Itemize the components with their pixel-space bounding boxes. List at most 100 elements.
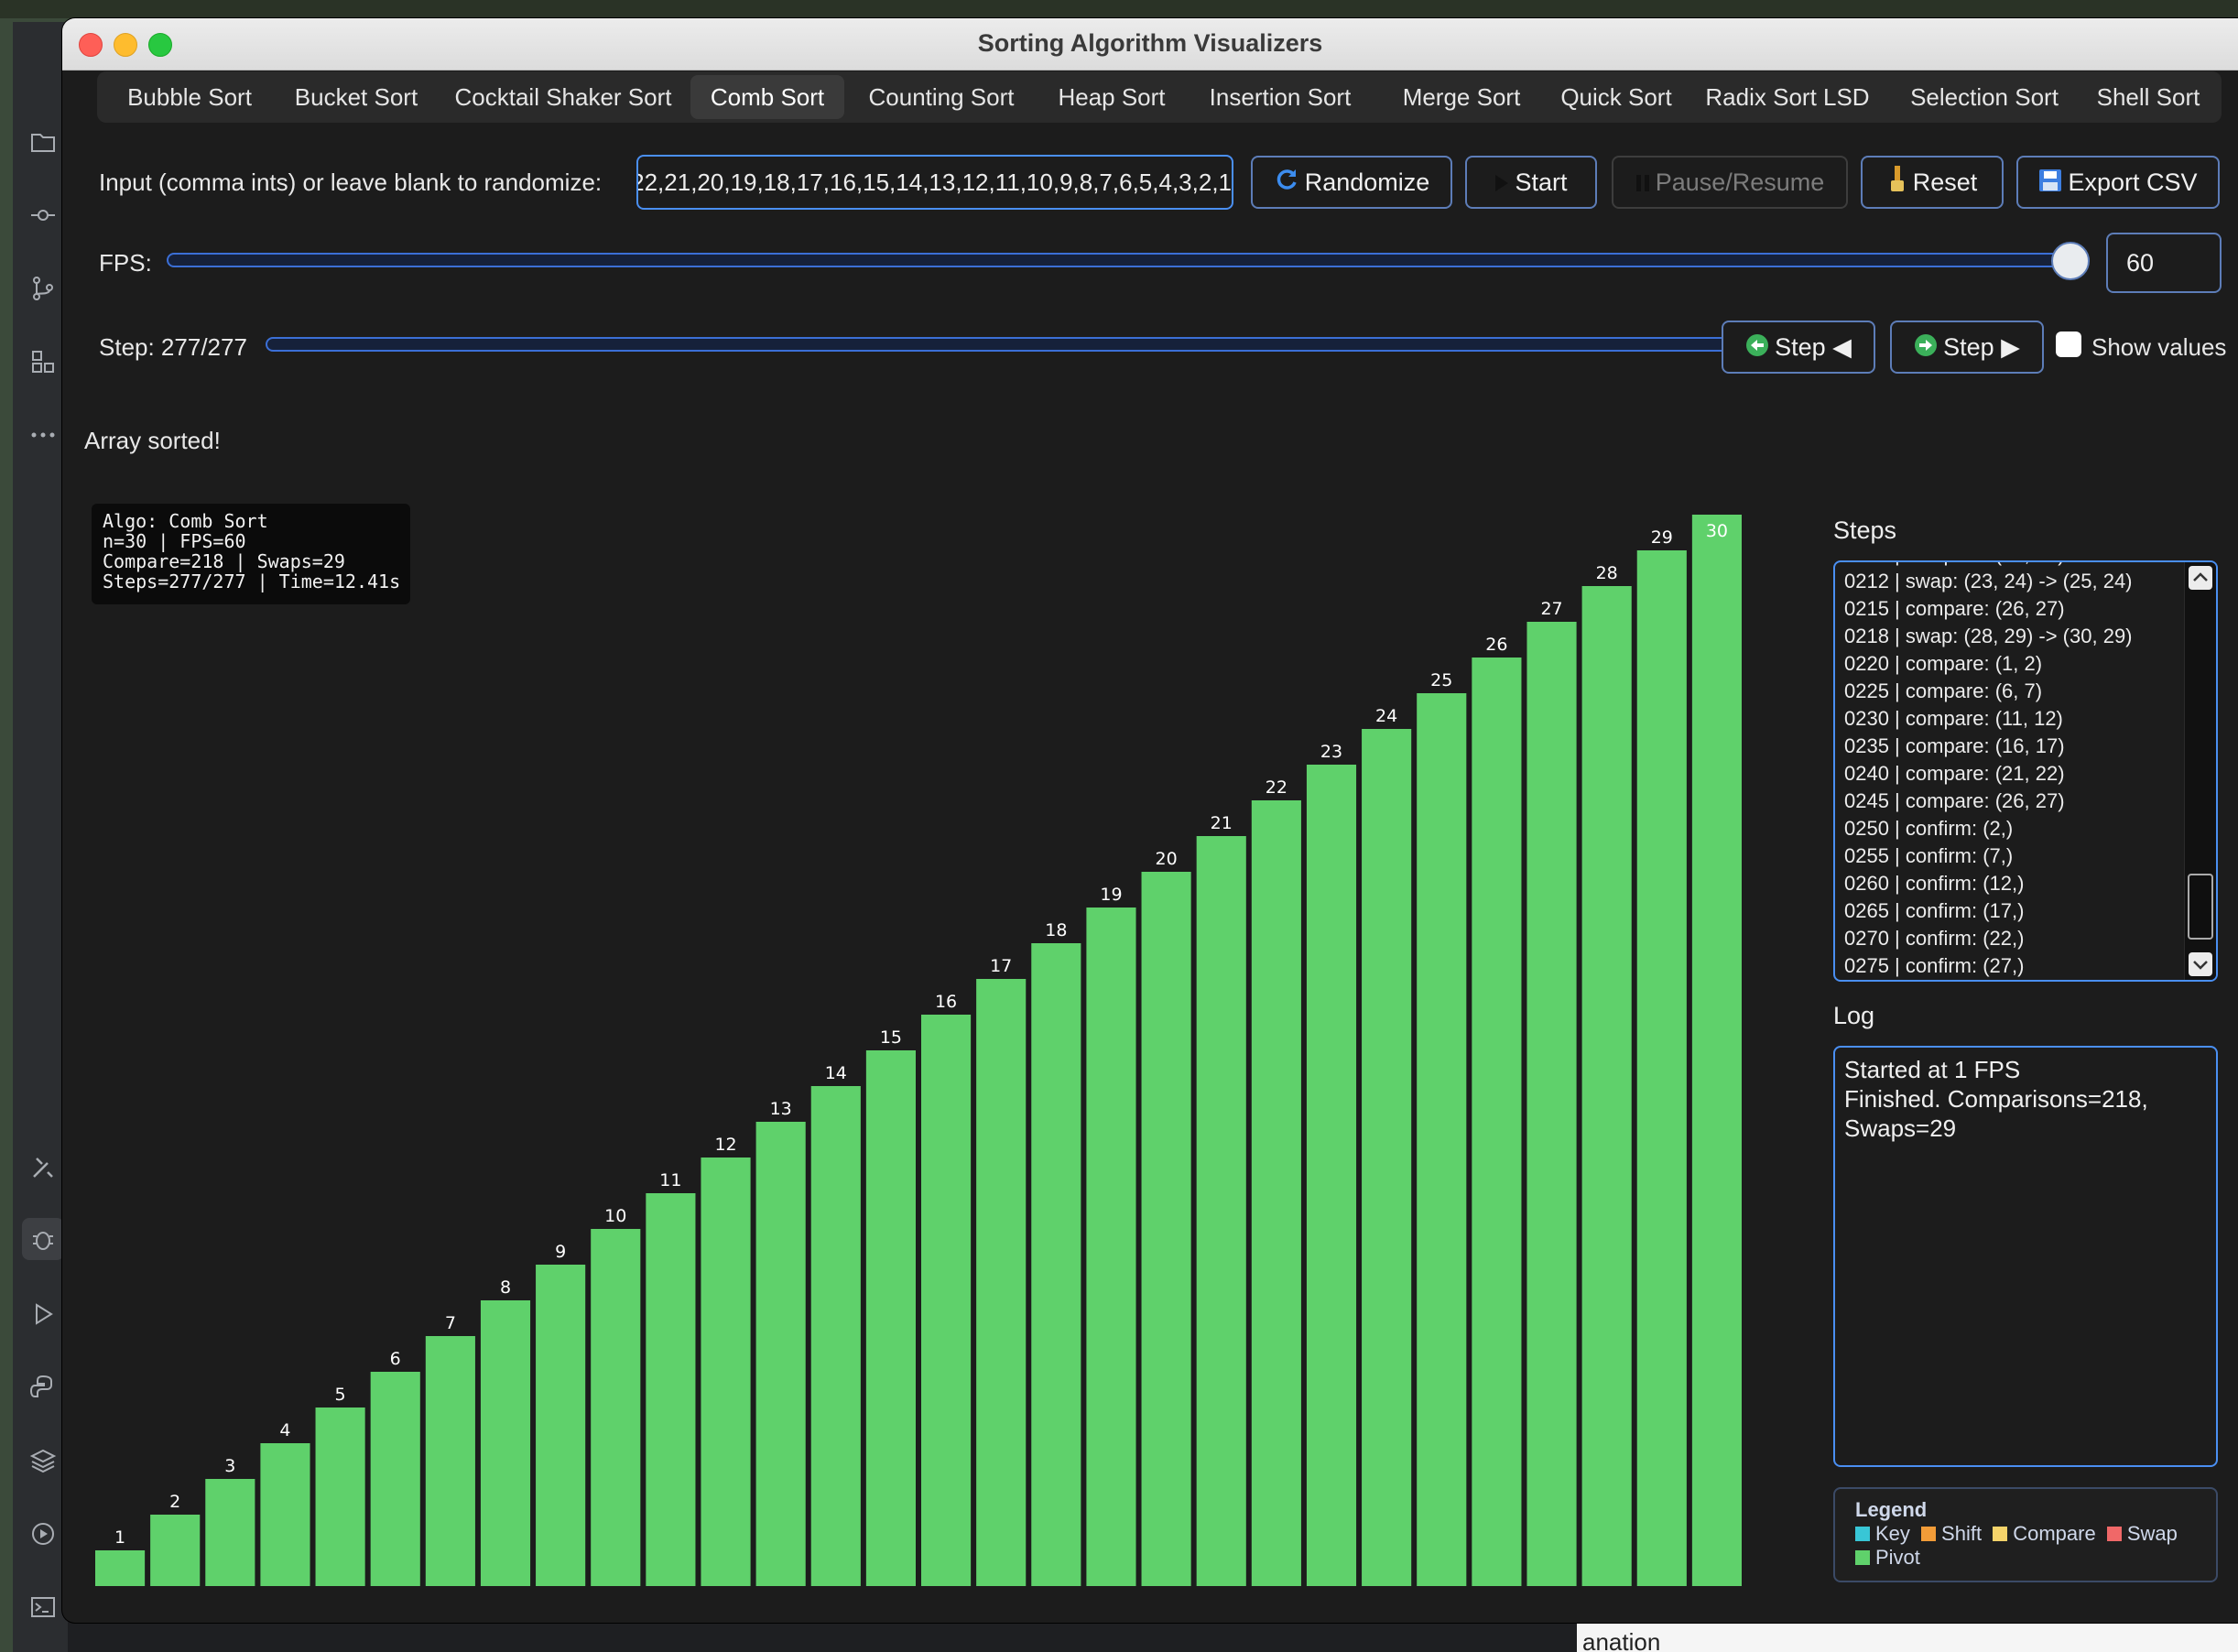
tab-merge-sort[interactable]: Merge Sort <box>1379 75 1544 119</box>
legend-pivot-label: Pivot <box>1875 1546 1920 1569</box>
bar <box>480 1300 531 1586</box>
legend-compare-label: Compare <box>2013 1522 2096 1545</box>
bar-value-label: 20 <box>1156 849 1178 869</box>
layers-icon[interactable] <box>29 1447 57 1474</box>
pause-resume-button[interactable]: Pause/Resume <box>1612 156 1848 209</box>
tab-heap-sort[interactable]: Heap Sort <box>1040 75 1183 119</box>
stats-algo: Algo: Comb Sort <box>103 510 268 532</box>
show-values-label[interactable]: Show values <box>2091 333 2226 362</box>
randomize-label: Randomize <box>1304 168 1430 196</box>
legend-swap: Swap <box>2106 1522 2178 1545</box>
steps-row: 0230 | compare: (11, 12) <box>1844 707 2063 730</box>
chevron-up-icon <box>2193 572 2208 581</box>
tab-bubble-sort[interactable]: Bubble Sort <box>106 75 273 119</box>
bar-value-label: 3 <box>224 1456 235 1476</box>
tab-quick-sort[interactable]: Quick Sort <box>1549 75 1683 119</box>
reset-button[interactable]: Reset <box>1861 156 2004 209</box>
tab-bucket-sort[interactable]: Bucket Sort <box>275 75 438 119</box>
broom-icon <box>1887 159 1907 209</box>
tools-icon[interactable] <box>29 1154 57 1181</box>
bar <box>536 1265 586 1586</box>
bar <box>1636 550 1687 1586</box>
scroll-up-button[interactable] <box>2189 566 2212 590</box>
log-output[interactable]: Started at 1 FPS Finished. Comparisons=2… <box>1833 1046 2218 1467</box>
log-line: Finished. Comparisons=218, <box>1844 1085 2148 1113</box>
tab-cocktail-shaker-sort[interactable]: Cocktail Shaker Sort <box>440 75 687 119</box>
steps-row: 0235 | compare: (16, 17) <box>1844 734 2065 757</box>
bar <box>921 1015 972 1586</box>
tab-counting-sort[interactable]: Counting Sort <box>850 75 1033 119</box>
export-csv-button[interactable]: Export CSV <box>2016 156 2220 209</box>
steps-scrollbar[interactable] <box>2184 562 2216 980</box>
bar <box>701 1157 751 1586</box>
step-label: Step: 277/277 <box>99 333 247 361</box>
bar-value-label: 27 <box>1540 599 1562 619</box>
status-text: Array sorted! <box>84 427 221 454</box>
terminal-icon[interactable] <box>29 1593 57 1621</box>
steps-row: 0240 | compare: (21, 22) <box>1844 762 2065 785</box>
input-label: Input (comma ints) or leave blank to ran… <box>99 168 603 196</box>
tab-comb-sort[interactable]: Comb Sort <box>690 75 844 119</box>
bar <box>425 1336 475 1586</box>
steps-row: 0255 | confirm: (7,) <box>1844 844 2014 867</box>
play-icon <box>1494 159 1509 209</box>
pause-icon <box>1635 159 1650 209</box>
tab-shell-sort[interactable]: Shell Sort <box>2084 75 2212 119</box>
randomize-button[interactable]: Randomize <box>1251 156 1452 209</box>
bar-value-label: 29 <box>1651 527 1673 548</box>
steps-row: 0218 | swap: (28, 29) -> (30, 29) <box>1844 625 2133 647</box>
show-values-checkbox[interactable] <box>2056 331 2081 357</box>
bar <box>1141 872 1191 1586</box>
tab-insertion-sort[interactable]: Insertion Sort <box>1189 75 1372 119</box>
array-input[interactable]: 30,29,28,27,26,25,24,23,22,21,20,19,18,1… <box>636 155 1233 210</box>
fps-spinbox[interactable]: 60 <box>2106 233 2222 293</box>
more-icon[interactable] <box>29 421 57 449</box>
run-icon[interactable] <box>29 1300 57 1328</box>
bar-value-label: 18 <box>1045 920 1067 940</box>
legend-swatch-key <box>1855 1527 1870 1541</box>
chevron-down-icon <box>2193 961 2208 970</box>
bar-value-label: 24 <box>1375 706 1397 726</box>
bar <box>1362 729 1412 1586</box>
bar <box>260 1443 310 1586</box>
bar-value-label: 25 <box>1430 670 1452 690</box>
bar <box>646 1193 696 1586</box>
bar <box>315 1407 365 1586</box>
legend-items: Key Shift Compare Swap Pivot <box>1855 1522 2196 1570</box>
steps-row: 0250 | confirm: (2,) <box>1844 817 2014 840</box>
bar-value-label: 10 <box>604 1206 626 1226</box>
log-line: Started at 1 FPS <box>1844 1056 2021 1083</box>
scroll-down-button[interactable] <box>2189 952 2212 976</box>
bar <box>976 979 1027 1586</box>
bar-value-label: 8 <box>500 1277 511 1298</box>
services-icon[interactable] <box>29 1520 57 1548</box>
bar-value-label: 15 <box>880 1027 902 1048</box>
bar-value-label: 13 <box>770 1099 792 1119</box>
folder-icon[interactable] <box>29 128 57 156</box>
structure-icon[interactable] <box>29 348 57 375</box>
steps-list[interactable]: 0210 | compare: (23, 28) 0212 | swap: (2… <box>1833 560 2218 982</box>
scroll-thumb[interactable] <box>2188 874 2213 940</box>
legend-title: Legend <box>1855 1498 1928 1521</box>
branch-icon[interactable] <box>29 275 57 302</box>
bar <box>865 1050 916 1586</box>
log-line: Swaps=29 <box>1844 1114 1957 1142</box>
legend-key-label: Key <box>1875 1522 1910 1545</box>
commit-icon[interactable] <box>29 201 57 229</box>
legend-swap-label: Swap <box>2126 1522 2178 1545</box>
debug-icon[interactable] <box>29 1225 57 1253</box>
ide-toolbar <box>13 22 69 1652</box>
step-slider-track[interactable] <box>266 337 1764 352</box>
start-button[interactable]: Start <box>1465 156 1597 209</box>
step-forward-button[interactable]: Step ▶ <box>1890 321 2044 374</box>
fps-slider-track[interactable] <box>167 253 2090 267</box>
steps-row: 0270 | confirm: (22,) <box>1844 927 2025 950</box>
step-back-button[interactable]: Step ◀ <box>1722 321 1875 374</box>
array-input-value: 30,29,28,27,26,25,24,23,22,21,20,19,18,1… <box>638 168 1232 196</box>
python-icon[interactable] <box>29 1374 57 1401</box>
tab-radix-sort-lsd[interactable]: Radix Sort LSD <box>1690 75 1885 119</box>
stats-steps-time: Steps=277/277 | Time=12.41s <box>103 571 401 592</box>
fps-slider-handle[interactable] <box>2051 242 2090 280</box>
tab-selection-sort[interactable]: Selection Sort <box>1890 75 2079 119</box>
bar <box>810 1086 861 1586</box>
